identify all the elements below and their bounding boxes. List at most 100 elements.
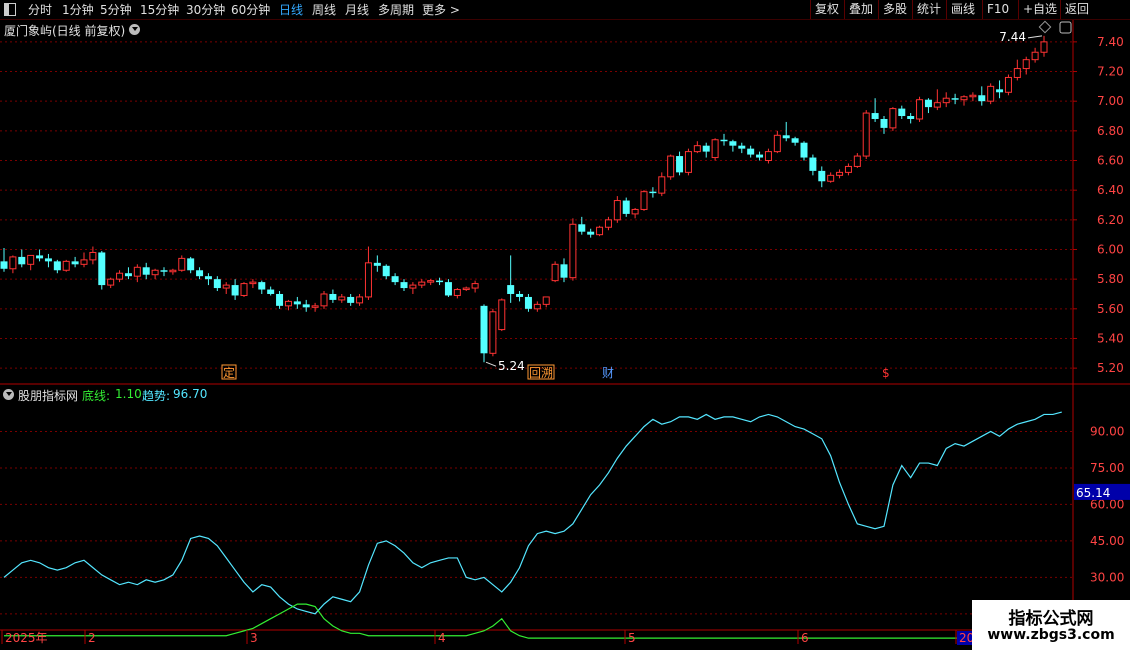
candle-body bbox=[747, 148, 755, 155]
candle-body bbox=[498, 299, 506, 331]
indicator-tick-label: 30.00 bbox=[1090, 570, 1124, 584]
candle-body bbox=[436, 280, 444, 283]
candle-body bbox=[53, 261, 61, 271]
candle-body bbox=[311, 305, 319, 308]
watermark-logo: 指标公式网 www.zbgs3.com bbox=[972, 600, 1130, 650]
candle-body bbox=[1013, 68, 1021, 78]
date-label: 5 bbox=[628, 631, 636, 645]
candle-body bbox=[658, 176, 666, 194]
candle-body bbox=[462, 287, 470, 291]
price-tick-label: 7.00 bbox=[1097, 94, 1124, 108]
panel-toggle-icon bbox=[1059, 21, 1072, 34]
candle-body bbox=[356, 296, 364, 304]
event-marker: 回溯 bbox=[529, 365, 553, 380]
candle-body bbox=[604, 219, 612, 228]
candle-body bbox=[222, 284, 230, 289]
candle-body bbox=[676, 156, 684, 173]
stock-chart[interactable]: 7.40 7.20 7.00 6.80 6.60 6.40 6.20 6.00 5.80 5.60… bbox=[0, 0, 1130, 650]
candle-body bbox=[782, 135, 790, 139]
date-label: 3 bbox=[250, 631, 258, 645]
candle-body bbox=[569, 223, 577, 279]
candle-body bbox=[409, 284, 417, 289]
candle-body bbox=[764, 151, 772, 162]
event-marker: $ bbox=[882, 366, 890, 380]
price-tick-label: 6.60 bbox=[1097, 154, 1124, 168]
candle-body bbox=[267, 289, 275, 294]
candle-body bbox=[1004, 76, 1012, 93]
price-tick-label: 5.20 bbox=[1097, 361, 1124, 375]
candle-body bbox=[969, 94, 977, 98]
candle-body bbox=[933, 102, 941, 108]
candle-body bbox=[542, 296, 550, 305]
candle-body bbox=[951, 98, 959, 100]
candle-body bbox=[702, 145, 710, 152]
date-label: 6 bbox=[801, 631, 809, 645]
candle-body bbox=[889, 108, 897, 129]
price-tick-label: 7.20 bbox=[1097, 65, 1124, 79]
candle-body bbox=[729, 141, 737, 146]
event-marker: 财 bbox=[602, 366, 614, 380]
candle-body bbox=[27, 254, 35, 265]
candle-body bbox=[578, 224, 586, 232]
candle-body bbox=[640, 191, 648, 210]
candle-body bbox=[809, 157, 817, 171]
candle-body bbox=[9, 256, 17, 270]
candle-body bbox=[329, 293, 337, 300]
price-tick-label: 5.60 bbox=[1097, 302, 1124, 316]
candle-body bbox=[444, 282, 452, 296]
candle-body bbox=[800, 142, 808, 158]
candle-body bbox=[249, 281, 257, 285]
candle-body bbox=[818, 170, 826, 182]
candle-body bbox=[596, 226, 604, 236]
candle-body bbox=[373, 262, 381, 266]
candle-body bbox=[827, 174, 835, 182]
price-tick-label: 6.40 bbox=[1097, 183, 1124, 197]
candle-body bbox=[471, 283, 479, 289]
price-tick-label: 5.40 bbox=[1097, 331, 1124, 345]
candle-body bbox=[773, 134, 781, 153]
candle-body bbox=[507, 285, 515, 294]
candle-body bbox=[756, 154, 764, 158]
candle-body bbox=[151, 269, 159, 276]
candle-body bbox=[231, 285, 239, 296]
candle-body bbox=[418, 281, 426, 286]
candle-body bbox=[631, 208, 639, 215]
candle-body bbox=[258, 282, 266, 290]
date-label: 2 bbox=[88, 631, 96, 645]
candle-body bbox=[844, 165, 852, 173]
candle-body bbox=[62, 260, 70, 271]
date-label: 2025年 bbox=[5, 631, 48, 645]
candle-body bbox=[987, 85, 995, 102]
candle-body bbox=[133, 266, 141, 277]
candle-body bbox=[924, 99, 932, 108]
indicator-tick-label: 90.00 bbox=[1090, 424, 1124, 438]
candle-body bbox=[667, 155, 675, 178]
current-value-label: 65.14 bbox=[1076, 486, 1110, 500]
candle-body bbox=[613, 200, 621, 221]
indicator-tick-label: 45.00 bbox=[1090, 534, 1124, 548]
candle-body bbox=[18, 256, 26, 265]
candle-body bbox=[711, 139, 719, 159]
candle-body bbox=[533, 303, 541, 310]
candle-body bbox=[560, 264, 568, 278]
candle-body bbox=[916, 99, 924, 120]
candle-body bbox=[907, 116, 915, 119]
candle-body bbox=[178, 257, 186, 271]
candle-body bbox=[89, 251, 97, 261]
candle-body bbox=[480, 305, 488, 354]
candle-body bbox=[364, 262, 372, 298]
candle-body bbox=[649, 191, 657, 194]
candle-body bbox=[453, 289, 461, 296]
candle-body bbox=[347, 296, 355, 303]
price-tick-label: 5.80 bbox=[1097, 272, 1124, 286]
candle-body bbox=[320, 293, 328, 307]
candle-body bbox=[524, 296, 532, 309]
candle-body bbox=[391, 276, 399, 283]
candle-body bbox=[382, 265, 390, 277]
candle-body bbox=[98, 252, 106, 286]
candle-body bbox=[400, 282, 408, 289]
candle-body bbox=[1031, 51, 1039, 61]
candle-body bbox=[489, 311, 497, 354]
price-tick-label: 7.40 bbox=[1097, 35, 1124, 49]
candle-body bbox=[551, 263, 559, 282]
